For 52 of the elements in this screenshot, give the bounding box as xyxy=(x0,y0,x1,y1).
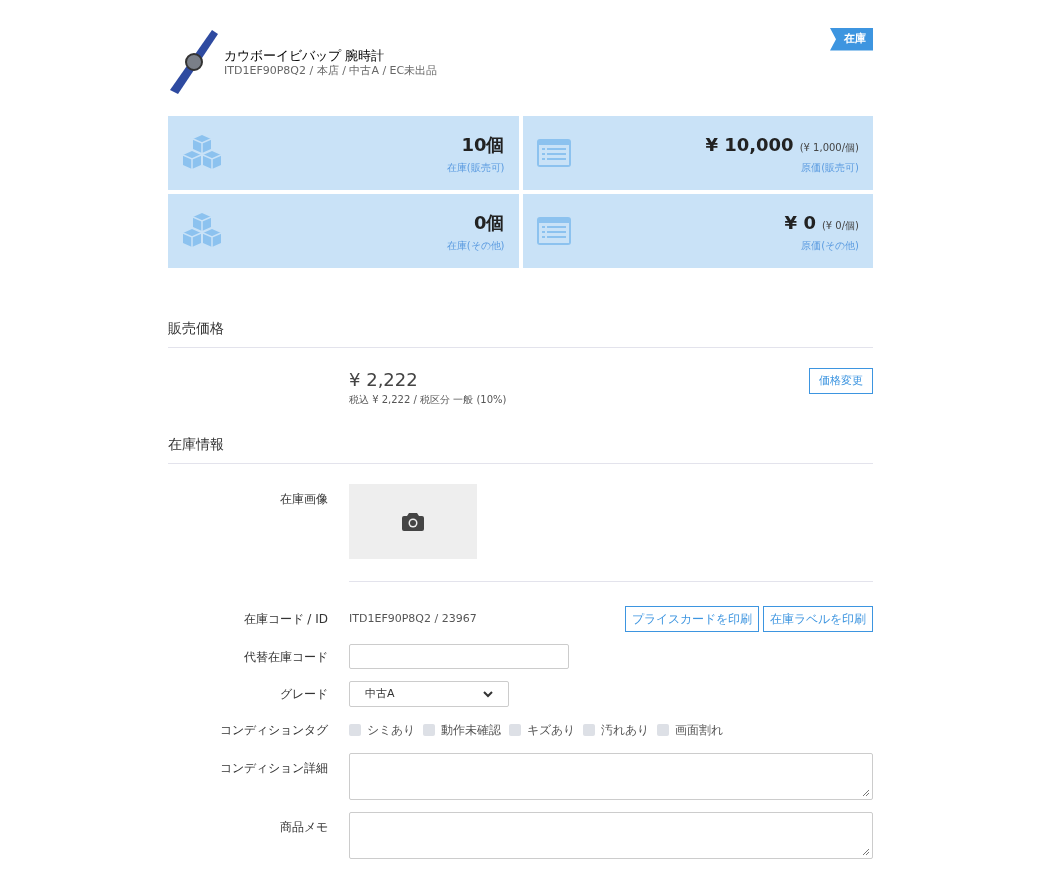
stat-label: 原価(その他) xyxy=(800,239,859,253)
checkbox[interactable] xyxy=(583,724,595,736)
checkbox[interactable] xyxy=(509,724,521,736)
stat-unit: (¥ 0/個) xyxy=(821,219,859,233)
price-detail: 税込 ¥ 2,222 / 税区分 一般 (10%) xyxy=(349,393,507,407)
watch-drawing xyxy=(168,28,220,96)
chevron-icon xyxy=(483,690,493,698)
stat-value: ¥ 10,000 xyxy=(705,133,794,157)
print-button[interactable]: 在庫ラベルを印刷 xyxy=(763,606,873,632)
field-label: 在庫コード / ID xyxy=(243,612,328,626)
product-name: カウボーイビバップ 腕時計 xyxy=(224,48,386,64)
stock-code: ITD1EF90P8Q2 / 23967 xyxy=(349,610,477,627)
stat-label: 在庫(販売可) xyxy=(446,161,505,175)
stat-value: 0個 xyxy=(473,211,505,235)
field-label: 商品メモ xyxy=(280,820,328,834)
checkbox-label: 汚れあり xyxy=(601,722,649,739)
list-icon xyxy=(536,217,571,245)
checkbox-label: 画面割れ xyxy=(675,722,723,739)
field-label: 在庫画像 xyxy=(280,492,328,506)
checkbox-label: シミあり xyxy=(367,722,415,739)
field-label: コンディションタグ xyxy=(220,723,328,737)
product-meta: ITD1EF90P8Q2 / 本店 / 中古A / EC未出品 xyxy=(224,64,438,78)
image-placeholder[interactable] xyxy=(349,484,477,559)
sale-price: ¥ 2,222 xyxy=(349,368,419,392)
stat-unit: (¥ 1,000/個) xyxy=(799,141,859,155)
cubes-icon xyxy=(182,135,222,171)
stat-value: 10個 xyxy=(461,133,505,157)
status-badge: 在庫 xyxy=(830,28,873,51)
text-area[interactable] xyxy=(349,753,873,800)
section-title: 販売価格 xyxy=(168,318,873,348)
stat-value: ¥ 0 xyxy=(784,211,816,235)
field-label: グレード xyxy=(280,687,328,701)
print-button[interactable]: プライスカードを印刷 xyxy=(625,606,759,632)
checkbox-label: 動作未確認 xyxy=(441,722,501,739)
list-icon xyxy=(536,139,571,167)
field-label: コンディション詳細 xyxy=(220,761,328,775)
checkbox[interactable] xyxy=(349,724,361,736)
resize-grip-icon xyxy=(862,789,870,797)
checkbox[interactable] xyxy=(423,724,435,736)
grade-select[interactable]: 中古A xyxy=(349,681,509,707)
resize-grip-icon xyxy=(862,848,870,856)
price-change-button[interactable]: 価格変更 xyxy=(809,368,873,394)
camera-icon xyxy=(402,512,424,531)
input-field[interactable] xyxy=(349,644,569,669)
stat-label: 在庫(その他) xyxy=(446,239,505,253)
checkbox-label: キズあり xyxy=(527,722,575,739)
checkbox[interactable] xyxy=(657,724,669,736)
section-title: 在庫情報 xyxy=(168,434,873,464)
stat-label: 原価(販売可) xyxy=(800,161,859,175)
cubes-icon xyxy=(182,213,222,249)
field-label: 代替在庫コード xyxy=(244,649,328,664)
text-area[interactable] xyxy=(349,812,873,859)
